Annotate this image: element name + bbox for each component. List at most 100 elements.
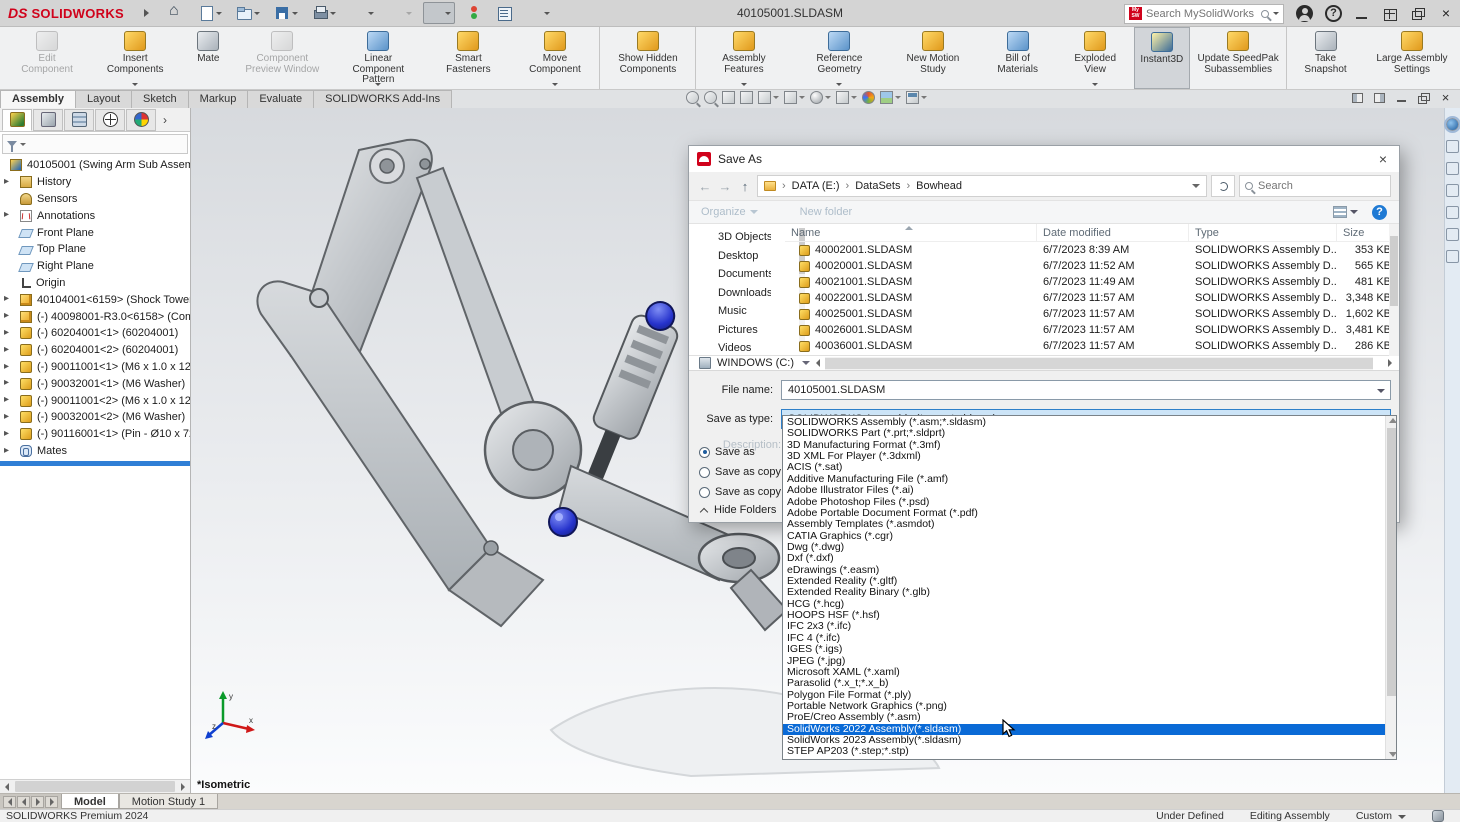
dropdown-caret-icon[interactable]	[1092, 83, 1099, 86]
filetype-option[interactable]: Additive Manufacturing File (*.amf)	[783, 474, 1385, 485]
expand-arrow-icon[interactable]: ▸	[4, 293, 14, 304]
scroll-thumb[interactable]	[1390, 236, 1398, 306]
minimize-button[interactable]	[1354, 6, 1370, 22]
scroll-right-icon[interactable]	[176, 780, 190, 793]
file-row[interactable]: 40021001.SLDASM 6/7/2023 11:49 AM SOLIDW…	[785, 274, 1399, 290]
quick-access-button[interactable]	[385, 3, 415, 23]
column-header-date[interactable]: Date modified	[1037, 223, 1189, 242]
tree-item[interactable]: ▸ Origin	[0, 275, 190, 292]
doc-close-button[interactable]: ×	[1439, 91, 1452, 104]
filetype-option[interactable]: Dxf (*.dxf)	[783, 553, 1385, 564]
tree-item[interactable]: ▸ 40105001 (Swing Arm Sub Assembly)	[0, 157, 190, 174]
next-tab-icon[interactable]	[31, 795, 44, 808]
expand-arrow-icon[interactable]: ▸	[4, 361, 14, 372]
ribbon-button[interactable]: Update SpeedPak Subassemblies	[1190, 27, 1286, 89]
quick-access-button[interactable]	[463, 3, 485, 23]
quick-access-button[interactable]	[523, 3, 553, 23]
search-input[interactable]	[1146, 7, 1257, 20]
expand-arrow-icon[interactable]: ▸	[4, 176, 14, 187]
file-name-input[interactable]: 40105001.SLDASM	[781, 380, 1391, 400]
ribbon-button[interactable]: Show Hidden Components	[599, 27, 695, 89]
window-layout-icon[interactable]	[1382, 6, 1398, 22]
column-header-type[interactable]: Type	[1189, 223, 1337, 242]
ribbon-button[interactable]: Component Preview Window	[234, 27, 330, 89]
tree-item[interactable]: ▸ Right Plane	[0, 258, 190, 275]
prev-tab-icon[interactable]	[17, 795, 30, 808]
filetype-option[interactable]: SOLIDWORKS Part (*.prt;*.sldprt)	[783, 428, 1385, 439]
command-tab[interactable]: Layout	[74, 90, 133, 108]
expand-arrow-icon[interactable]: ▸	[4, 411, 14, 422]
scroll-thumb[interactable]	[825, 357, 1373, 369]
tab-property-manager[interactable]	[33, 108, 63, 131]
dropdown-caret-icon[interactable]	[825, 96, 831, 99]
dropdown-caret-icon[interactable]	[292, 11, 299, 15]
panel-horizontal-scrollbar[interactable]	[0, 779, 190, 793]
doc-minimize-button[interactable]	[1395, 92, 1408, 104]
sidebar-place[interactable]: Videos	[699, 339, 771, 355]
dropdown-caret-icon[interactable]	[544, 11, 551, 15]
tree-item[interactable]: ▸ (-) 90011001<1> (M6 x 1.0 x 12 SKT C	[0, 359, 190, 376]
ribbon-button[interactable]: Edit Component	[6, 27, 88, 89]
file-row[interactable]: 40036001.SLDASM 6/7/2023 11:57 AM SOLIDW…	[785, 338, 1399, 354]
scroll-up-icon[interactable]	[1388, 418, 1397, 423]
view-tool-button[interactable]	[758, 91, 779, 104]
ribbon-button[interactable]: Linear Component Pattern	[330, 27, 426, 89]
last-tab-icon[interactable]	[45, 795, 58, 808]
column-header-name[interactable]: Name	[785, 223, 1037, 242]
dialog-close-button[interactable]: ×	[1375, 151, 1391, 167]
ribbon-button[interactable]: Insert Components	[88, 27, 182, 89]
filetype-option[interactable]: IFC 2x3 (*.ifc)	[783, 621, 1385, 632]
quick-access-button[interactable]	[165, 2, 187, 23]
scroll-right-icon[interactable]	[1383, 357, 1397, 370]
filetype-option[interactable]: Extended Reality (*.gltf)	[783, 576, 1385, 587]
ribbon-button[interactable]: New Motion Study	[887, 27, 978, 89]
ribbon-button[interactable]: Smart Fasteners	[426, 27, 510, 89]
filetype-option[interactable]: Parasolid (*.x_t;*.x_b)	[783, 678, 1385, 689]
sidebar-place[interactable]: Documents	[699, 265, 771, 284]
tree-item[interactable]: ▸ Top Plane	[0, 241, 190, 258]
pane-left-icon[interactable]	[1351, 92, 1364, 104]
save-option-radio[interactable]: Save as	[699, 446, 783, 458]
command-tab[interactable]: Sketch	[131, 90, 189, 108]
file-row[interactable]: 40020001.SLDASM 6/7/2023 11:52 AM SOLIDW…	[785, 258, 1399, 274]
sheet-tab[interactable]: Model	[61, 794, 119, 809]
filter-caret-icon[interactable]	[20, 142, 26, 146]
dropdown-caret-icon[interactable]	[375, 83, 382, 86]
tree-item[interactable]: ▸ (-) 40098001-R3.0<6158> (Complete	[0, 308, 190, 325]
sidebar-place[interactable]: 3D Objects	[699, 228, 771, 247]
file-row[interactable]: 40025001.SLDASM 6/7/2023 11:57 AM SOLIDW…	[785, 306, 1399, 322]
view-tool-button[interactable]	[836, 91, 857, 104]
view-tool-button[interactable]	[906, 91, 927, 104]
quick-access-button[interactable]	[347, 3, 377, 23]
scroll-left-icon[interactable]	[0, 780, 14, 793]
tree-item[interactable]: ▸ Sensors	[0, 191, 190, 208]
filetype-option[interactable]: JPEG (*.jpg)	[783, 656, 1385, 667]
view-tool-button[interactable]	[810, 91, 831, 104]
filetype-option[interactable]: IFC 4 (*.ifc)	[783, 633, 1385, 644]
filetype-option[interactable]: Portable Network Graphics (*.png)	[783, 701, 1385, 712]
tab-feature-manager[interactable]	[2, 108, 32, 131]
search-icon[interactable]	[1261, 9, 1269, 18]
expand-arrow-icon[interactable]: ▸	[4, 445, 14, 456]
tab-dimxpert-manager[interactable]	[95, 108, 125, 131]
doc-restore-button[interactable]	[1417, 92, 1430, 104]
scroll-thumb[interactable]	[15, 781, 175, 792]
help-icon[interactable]: ?	[1325, 5, 1342, 22]
ribbon-button[interactable]: Assembly Features	[695, 27, 791, 89]
filetype-option[interactable]: Adobe Illustrator Files (*.ai)	[783, 485, 1385, 496]
dropdown-caret-icon[interactable]	[445, 11, 452, 15]
dropdown-caret-icon[interactable]	[132, 83, 139, 86]
dropdown-scrollbar[interactable]	[1385, 416, 1397, 759]
dropdown-caret-icon[interactable]	[254, 11, 261, 15]
tree-item[interactable]: ▸ (-) 90032001<1> (M6 Washer)	[0, 375, 190, 392]
scroll-down-icon[interactable]	[1388, 752, 1397, 757]
tree-item[interactable]: ▸ (-) 60204001<1> (60204001)	[0, 325, 190, 342]
refresh-button[interactable]	[1211, 175, 1235, 197]
tree-item[interactable]: ▸ Front Plane	[0, 224, 190, 241]
mysolidworks-search[interactable]: My SW	[1124, 3, 1284, 24]
sidebar-place[interactable]: Music	[699, 302, 771, 321]
filetype-option[interactable]: SolidWorks 2022 Assembly(*.sldasm)	[783, 723, 1385, 736]
filetype-option[interactable]: Polygon File Format (*.ply)	[783, 690, 1385, 701]
ribbon-button[interactable]: Move Component	[511, 27, 600, 89]
quick-access-button[interactable]	[309, 3, 339, 23]
